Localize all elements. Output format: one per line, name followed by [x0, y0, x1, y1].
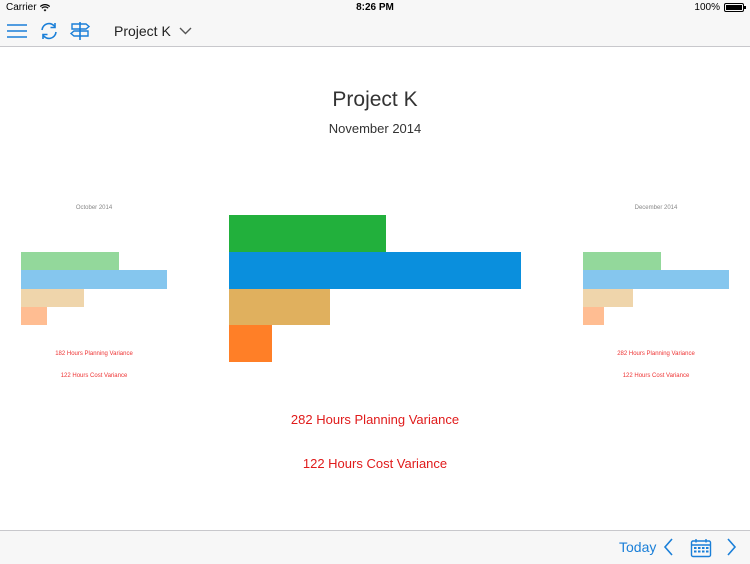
next-bar-blue[interactable]: [583, 270, 729, 289]
prev-bar-tan[interactable]: [21, 289, 84, 307]
calendar-icon[interactable]: [690, 538, 712, 558]
today-button[interactable]: Today: [619, 539, 656, 555]
project-selector[interactable]: Project K: [114, 23, 192, 39]
status-time: 8:26 PM: [356, 2, 394, 13]
current-bar-tan[interactable]: [229, 289, 330, 325]
chevron-right-icon[interactable]: [726, 537, 738, 557]
page-title: Project K: [332, 88, 418, 111]
menu-icon[interactable]: [6, 21, 28, 41]
next-period-label: December 2014: [634, 205, 678, 211]
page-period: November 2014: [328, 121, 422, 136]
next-cost-variance: 122 Hours Cost Variance: [622, 373, 690, 379]
status-bar: Carrier 8:26 PM 100%: [0, 0, 750, 16]
cost-variance: 122 Hours Cost Variance: [302, 456, 448, 471]
chevron-left-icon[interactable]: [662, 537, 674, 557]
next-bar-tan[interactable]: [583, 289, 633, 307]
next-bar-orange[interactable]: [583, 307, 604, 325]
next-planning-variance: 282 Hours Planning Variance: [617, 351, 695, 357]
prev-cost-variance: 122 Hours Cost Variance: [60, 373, 128, 379]
current-bar-orange[interactable]: [229, 325, 272, 362]
prev-bar-orange[interactable]: [21, 307, 47, 325]
battery-icon: [724, 3, 746, 12]
bottom-toolbar: Today: [0, 530, 750, 564]
planning-variance: 282 Hours Planning Variance: [290, 412, 460, 427]
next-bar-green[interactable]: [583, 252, 661, 270]
battery-group: 100%: [694, 2, 746, 13]
current-bar-blue[interactable]: [229, 252, 521, 289]
chevron-down-icon: [179, 27, 192, 35]
prev-planning-variance: 182 Hours Planning Variance: [55, 351, 133, 357]
battery-percent: 100%: [694, 2, 720, 13]
refresh-icon[interactable]: [38, 21, 60, 41]
prev-period-label: October 2014: [75, 205, 113, 211]
current-bar-green[interactable]: [229, 215, 386, 252]
signpost-icon[interactable]: [69, 21, 91, 41]
prev-bar-blue[interactable]: [21, 270, 167, 289]
prev-bar-green[interactable]: [21, 252, 119, 270]
nav-bar: Project K: [0, 16, 750, 47]
project-selector-label: Project K: [114, 23, 171, 39]
